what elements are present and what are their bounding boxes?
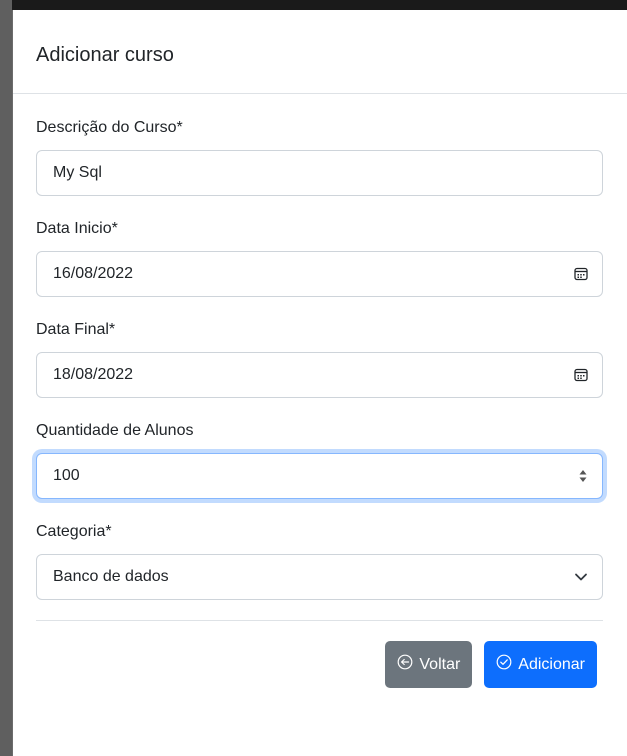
end-date-input[interactable]: 18/08/2022 — [36, 352, 603, 398]
add-button-label: Adicionar — [518, 655, 585, 673]
add-course-modal: Adicionar curso Descrição do Curso* My S… — [13, 10, 627, 756]
backdrop-top — [0, 0, 627, 10]
description-label: Descrição do Curso* — [36, 119, 183, 136]
students-label: Quantidade de Alunos — [36, 422, 194, 439]
modal-footer: Voltar Adicionar — [36, 641, 603, 688]
category-value: Banco de dados — [53, 568, 169, 585]
arrow-left-circle-icon — [397, 654, 413, 675]
start-date-label: Data Inicio* — [36, 220, 118, 237]
start-date-value: 16/08/2022 — [53, 265, 134, 282]
end-date-field: Data Final* 18/08/2022 — [36, 318, 603, 398]
category-label: Categoria* — [36, 523, 112, 540]
start-date-input[interactable]: 16/08/2022 — [36, 251, 603, 297]
calendar-icon[interactable] — [574, 267, 588, 281]
back-button[interactable]: Voltar — [385, 641, 473, 688]
category-select[interactable]: Banco de dados — [36, 554, 603, 600]
calendar-icon[interactable] — [574, 368, 588, 382]
students-field: Quantidade de Alunos 100 — [36, 419, 603, 499]
students-input[interactable]: 100 — [36, 453, 603, 499]
students-value: 100 — [53, 467, 80, 484]
chevron-down-icon[interactable] — [574, 570, 588, 584]
check-circle-icon — [496, 654, 512, 675]
add-button[interactable]: Adicionar — [484, 641, 597, 688]
backdrop-left — [0, 0, 12, 756]
spinner-icon[interactable] — [578, 468, 588, 484]
modal-body: Descrição do Curso* My Sql Data Inicio* … — [13, 94, 627, 688]
end-date-value: 18/08/2022 — [53, 366, 134, 383]
description-field: Descrição do Curso* My Sql — [36, 94, 603, 196]
category-field: Categoria* Banco de dados — [36, 520, 603, 600]
description-value: My Sql — [53, 164, 102, 181]
footer-divider — [36, 620, 603, 621]
end-date-label: Data Final* — [36, 321, 116, 338]
back-button-label: Voltar — [419, 655, 461, 673]
description-input[interactable]: My Sql — [36, 150, 603, 196]
modal-title: Adicionar curso — [36, 44, 174, 66]
start-date-field: Data Inicio* 16/08/2022 — [36, 217, 603, 297]
modal-header: Adicionar curso — [13, 10, 627, 94]
